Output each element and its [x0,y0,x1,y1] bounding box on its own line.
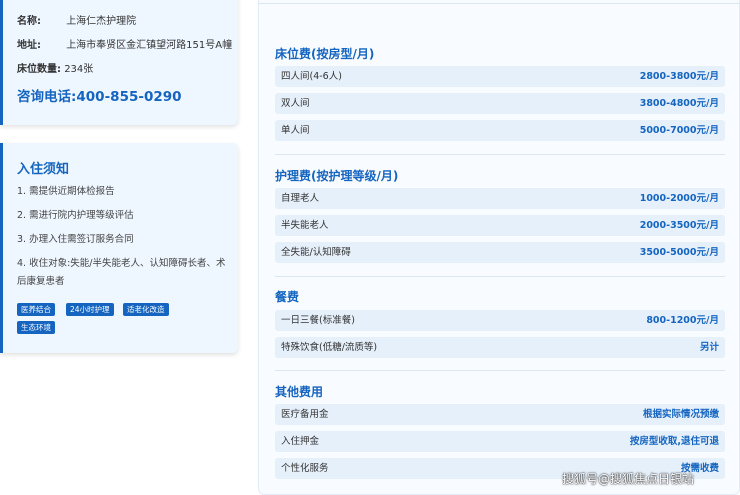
section-title-bed: 床位费(按房型/月) [275,47,375,61]
address-row: 地址: 上海市奉贤区金汇镇望河路151号A幢 [17,36,232,51]
section-title-other: 其他费用 [275,385,324,399]
price-row: 特殊饮食(低糖/流质等) 另计 [275,337,725,358]
price-row-label: 单人间 [281,125,310,136]
section-divider [275,370,725,371]
price-row: 四人间(4-6人) 2800-3800元/月 [275,66,725,87]
price-row-value: 根据实际情况预缴 [642,409,719,420]
watermark-text: 搜狐号@搜狐焦点日银站 [562,472,695,486]
price-panel: 床位费(按房型/月) 四人间(4-6人) 2800-3800元/月 双人间 38… [258,0,740,495]
price-row-value: 1000-2000元/月 [639,193,719,204]
price-row-value: 3800-4800元/月 [639,98,719,109]
price-row-value: 3500-5000元/月 [639,247,719,258]
tag-age-friendly: 适老化改造 [123,303,169,316]
beds-value: 234张 [64,64,94,75]
price-row-value: 另计 [699,342,719,353]
price-row-value: 按房型收取,退住可退 [629,436,719,447]
price-row-label: 个性化服务 [281,463,329,474]
price-row-label: 半失能老人 [281,220,329,231]
info-card: 名称: 上海仁杰护理院 地址: 上海市奉贤区金汇镇望河路151号A幢 床位数量:… [0,0,238,125]
price-row: 双人间 3800-4800元/月 [275,93,725,114]
notice-title: 入住须知 [17,162,70,177]
price-row-label: 全失能/认知障碍 [281,247,351,258]
name-value: 上海仁杰护理院 [66,16,137,27]
beds-label: 床位数量: [17,64,61,75]
price-row: 全失能/认知障碍 3500-5000元/月 [275,242,725,263]
consult-phone[interactable]: 咨询电话:400-855-0290 [17,85,182,105]
section-title-nursing: 护理费(按护理等级/月) [275,169,399,183]
price-row-label: 入住押金 [281,436,320,447]
name-label: 名称: [17,16,41,27]
section-divider [275,154,725,155]
price-row: 半失能老人 2000-3500元/月 [275,215,725,236]
price-row-label: 一日三餐(标准餐) [281,315,355,326]
notice-item: 1. 需提供近期体检报告 [17,186,115,197]
address-label: 地址: [17,40,41,51]
price-row-value: 5000-7000元/月 [639,125,719,136]
notice-item: 4. 收住对象:失能/半失能老人、认知障碍长者、术后康复患者 [17,258,226,287]
price-row-label: 四人间(4-6人) [281,71,342,82]
name-row: 名称: 上海仁杰护理院 [17,12,136,27]
tag-ecology: 生态环境 [17,321,55,334]
price-row-label: 双人间 [281,98,310,109]
price-row-value: 800-1200元/月 [646,315,719,326]
section-title-meals: 餐费 [275,290,300,304]
notice-item: 2. 需进行院内护理等级评估 [17,210,134,221]
price-row: 入住押金 按房型收取,退住可退 [275,431,725,452]
address-value: 上海市奉贤区金汇镇望河路151号A幢 [66,40,233,51]
price-row-value: 2000-3500元/月 [639,220,719,231]
price-row-label: 医疗备用金 [281,409,329,420]
price-row-value: 2800-3800元/月 [639,71,719,82]
price-row-label: 自理老人 [281,193,320,204]
beds-row: 床位数量: 234张 [17,60,93,75]
tag-medical-care: 医养结合 [17,303,55,316]
price-row: 一日三餐(标准餐) 800-1200元/月 [275,310,725,331]
panel-top-divider [259,3,740,4]
tag-24h-care: 24小时护理 [66,303,114,316]
price-row: 单人间 5000-7000元/月 [275,120,725,141]
price-row-label: 特殊饮食(低糖/流质等) [281,342,378,353]
price-row: 自理老人 1000-2000元/月 [275,188,725,209]
notice-card: 入住须知 1. 需提供近期体检报告 2. 需进行院内护理等级评估 3. 办理入住… [0,143,238,353]
notice-item: 3. 办理入住需签订服务合同 [17,234,134,245]
section-divider [275,276,725,277]
price-row: 医疗备用金 根据实际情况预缴 [275,404,725,425]
